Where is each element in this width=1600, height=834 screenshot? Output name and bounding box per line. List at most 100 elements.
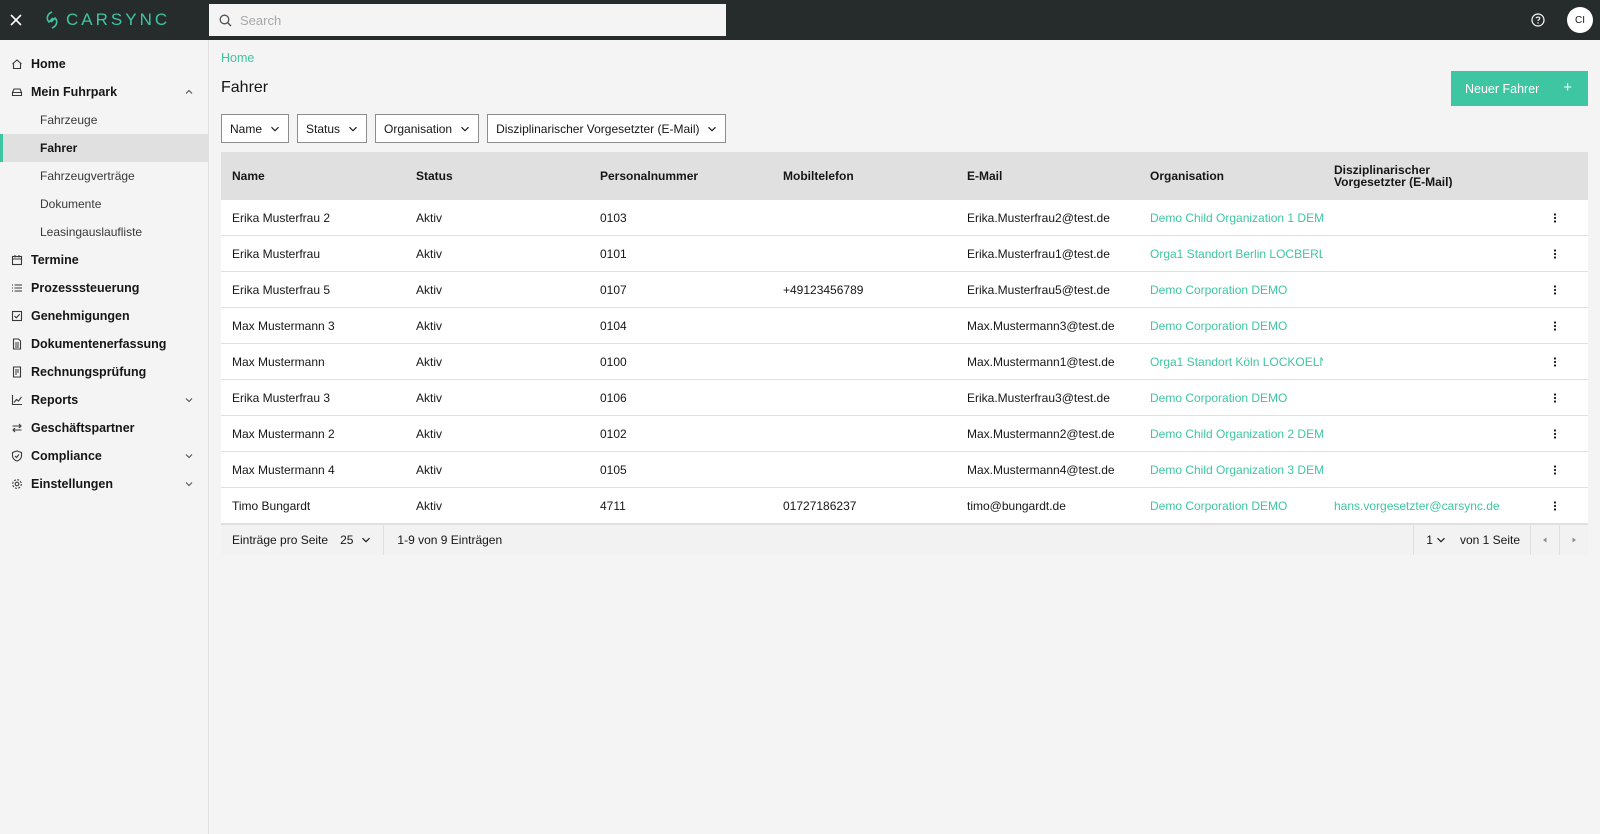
sidebar-item-label: Reports	[31, 393, 79, 407]
sidebar-item-genehmigungen[interactable]: Genehmigungen	[0, 302, 208, 330]
sidebar-item-prozesssteuerung[interactable]: Prozesssteuerung	[0, 274, 208, 302]
table-header: Name Status Personalnummer Mobiltelefon …	[221, 152, 1588, 200]
sidebar-item-label: Einstellungen	[31, 477, 113, 491]
sidebar-subitem-fahrzeuge[interactable]: Fahrzeuge	[0, 106, 208, 134]
previous-page-button[interactable]	[1530, 525, 1559, 555]
cell-email: Erika.Musterfrau2@test.de	[967, 210, 1110, 225]
row-actions	[1522, 355, 1588, 369]
cell-status: Aktiv	[416, 390, 443, 405]
cell-organisation[interactable]: Demo Child Organization 1 DEMO	[1139, 211, 1323, 225]
carsync-logo[interactable]: CARSYNC	[44, 10, 204, 30]
column-header-email[interactable]: E-Mail	[956, 169, 1139, 183]
table-row[interactable]: Timo Bungardt Aktiv 4711 01727186237 timo@bu…	[221, 488, 1588, 524]
chevron-down-icon	[271, 126, 279, 131]
cell-personalnummer: 4711	[600, 498, 626, 513]
column-header-personalnummer[interactable]: Personalnummer	[589, 169, 772, 183]
logo-mark-icon	[46, 11, 58, 29]
sidebar-subitem-fahrzeugvertraege[interactable]: Fahrzeugverträge	[0, 162, 208, 190]
help-icon[interactable]	[1529, 11, 1547, 29]
cell-mobile: +49123456789	[783, 282, 864, 297]
home-icon	[10, 57, 24, 71]
sidebar-item-label: Compliance	[31, 449, 102, 463]
cell-organisation[interactable]: Demo Child Organization 2 DEMO	[1139, 427, 1323, 441]
cell-supervisor[interactable]: hans.vorgesetzter@carsync.de	[1323, 499, 1522, 513]
table-row[interactable]: Max Mustermann 4 Aktiv 0105 Max.Mustermann4…	[221, 452, 1588, 488]
chevron-down-icon	[185, 398, 193, 403]
range-text: 1-9 von 9 Einträgen	[397, 532, 503, 547]
table-row[interactable]: Erika Musterfrau Aktiv 0101 Erika.Musterfra…	[221, 236, 1588, 272]
cell-personalnummer: 0101	[600, 246, 627, 261]
overflow-menu-icon[interactable]	[1548, 355, 1562, 369]
per-page-label: Einträge pro Seite	[232, 532, 329, 547]
table-row[interactable]: Erika Musterfrau 2 Aktiv 0103 Erika.Musterf…	[221, 200, 1588, 236]
calendar-icon	[10, 253, 24, 267]
sidebar-item-mein-fuhrpark[interactable]: Mein Fuhrpark	[0, 78, 208, 106]
sidebar-item-label: Prozesssteuerung	[31, 281, 140, 295]
filter-name-dropdown[interactable]: Name	[221, 114, 290, 143]
table-row[interactable]: Erika Musterfrau 5 Aktiv 0107 +49123456789 E…	[221, 272, 1588, 308]
cell-organisation[interactable]: Demo Corporation DEMO	[1139, 391, 1323, 405]
sidebar-subitem-fahrer[interactable]: Fahrer	[0, 134, 208, 162]
filter-supervisor-dropdown[interactable]: Disziplinarischer Vorgesetzter (E-Mail)	[487, 114, 727, 143]
cell-personalnummer: 0103	[600, 210, 627, 225]
cell-organisation[interactable]: Demo Corporation DEMO	[1139, 283, 1323, 297]
close-menu-button[interactable]	[0, 0, 32, 40]
next-page-button[interactable]	[1559, 525, 1588, 555]
table-body: Erika Musterfrau 2 Aktiv 0103 Erika.Musterf…	[221, 200, 1588, 524]
sidebar-item-geschaeftspartner[interactable]: Geschäftspartner	[0, 414, 208, 442]
sidebar-item-reports[interactable]: Reports	[0, 386, 208, 414]
sidebar-item-home[interactable]: Home	[0, 50, 208, 78]
cell-name: Timo Bungardt	[232, 498, 311, 513]
column-header-name[interactable]: Name	[221, 169, 405, 183]
overflow-menu-icon[interactable]	[1548, 499, 1562, 513]
sidebar-item-rechnungspruefung[interactable]: Rechnungsprüfung	[0, 358, 208, 386]
table-row[interactable]: Max Mustermann 3 Aktiv 0104 Max.Mustermann3…	[221, 308, 1588, 344]
overflow-menu-icon[interactable]	[1548, 427, 1562, 441]
filter-bar: Name Status Organisation Disziplinarisch…	[221, 114, 727, 143]
sidebar-subitem-dokumente[interactable]: Dokumente	[0, 190, 208, 218]
cell-organisation[interactable]: Orga1 Standort Berlin LOCBERLIN	[1139, 247, 1323, 261]
breadcrumb-home[interactable]: Home	[221, 51, 254, 65]
sidebar-item-dokumentenerfassung[interactable]: Dokumentenerfassung	[0, 330, 208, 358]
column-header-supervisor[interactable]: Disziplinarischer Vorgesetzter (E-Mail)	[1323, 164, 1522, 188]
cell-personalnummer: 0102	[600, 426, 627, 441]
user-avatar[interactable]: CI	[1567, 7, 1593, 33]
per-page-select[interactable]: 25	[340, 524, 385, 555]
search-input[interactable]	[240, 12, 700, 28]
column-header-status[interactable]: Status	[405, 169, 589, 183]
brand-name: CARSYNC	[66, 10, 171, 29]
sidebar-item-termine[interactable]: Termine	[0, 246, 208, 274]
table-row[interactable]: Max Mustermann 2 Aktiv 0102 Max.Mustermann2…	[221, 416, 1588, 452]
new-driver-button[interactable]: Neuer Fahrer +	[1451, 71, 1588, 106]
cell-organisation[interactable]: Orga1 Standort Köln LOCKOELN	[1139, 355, 1323, 369]
page-value: 1	[1426, 533, 1433, 547]
chevron-down-icon	[1437, 537, 1445, 543]
caret-right-icon	[1572, 537, 1576, 543]
cell-personalnummer: 0106	[600, 390, 627, 405]
filter-status-dropdown[interactable]: Status	[297, 114, 368, 143]
cell-organisation[interactable]: Demo Corporation DEMO	[1139, 499, 1323, 513]
exchange-icon	[10, 421, 24, 435]
cell-email: Max.Mustermann4@test.de	[967, 462, 1115, 477]
cell-organisation[interactable]: Demo Corporation DEMO	[1139, 319, 1323, 333]
table-row[interactable]: Erika Musterfrau 3 Aktiv 0106 Erika.Musterf…	[221, 380, 1588, 416]
filter-organisation-dropdown[interactable]: Organisation	[375, 114, 480, 143]
sidebar-item-compliance[interactable]: Compliance	[0, 442, 208, 470]
overflow-menu-icon[interactable]	[1548, 319, 1562, 333]
sidebar-subitem-leasingauslaufliste[interactable]: Leasingauslaufliste	[0, 218, 208, 246]
table-row[interactable]: Max Mustermann Aktiv 0100 Max.Mustermann1@t…	[221, 344, 1588, 380]
search-bar[interactable]	[209, 4, 726, 36]
overflow-menu-icon[interactable]	[1548, 247, 1562, 261]
overflow-menu-icon[interactable]	[1548, 463, 1562, 477]
overflow-menu-icon[interactable]	[1548, 283, 1562, 297]
chevron-up-icon	[185, 89, 193, 94]
overflow-menu-icon[interactable]	[1548, 391, 1562, 405]
cell-mobile: 01727186237	[783, 498, 857, 513]
page-select[interactable]: 1	[1413, 525, 1456, 555]
column-header-mobiltelefon[interactable]: Mobiltelefon	[772, 169, 956, 183]
overflow-menu-icon[interactable]	[1548, 211, 1562, 225]
sidebar-item-einstellungen[interactable]: Einstellungen	[0, 470, 208, 498]
cell-organisation[interactable]: Demo Child Organization 3 DEMO	[1139, 463, 1323, 477]
column-header-organisation[interactable]: Organisation	[1139, 169, 1323, 183]
cell-email: Erika.Musterfrau1@test.de	[967, 246, 1110, 261]
